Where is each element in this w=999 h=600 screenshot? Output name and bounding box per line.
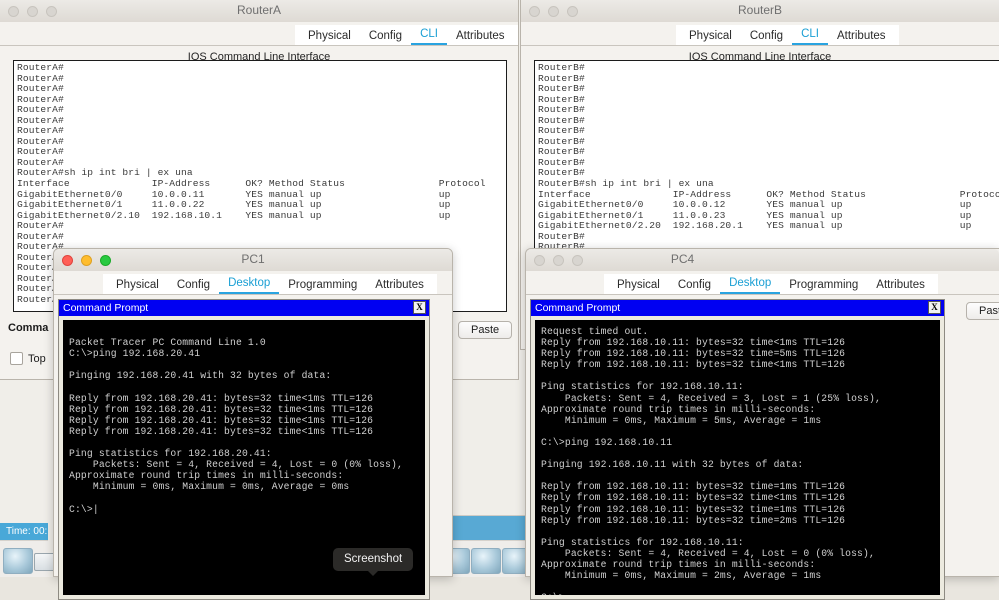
routerB-cli-output[interactable]: RouterB# RouterB# RouterB# RouterB# Rout…	[534, 60, 999, 277]
tab-attributes[interactable]: Attributes	[828, 28, 895, 45]
pc4-titlebar[interactable]: PC4	[526, 249, 999, 272]
pc1-body: Physical Config Desktop Programming Attr…	[54, 271, 452, 576]
tab-config[interactable]: Config	[168, 277, 219, 294]
pc1-command-prompt-titlebar[interactable]: Command Prompt X	[59, 300, 429, 316]
router-tray-icon-2[interactable]	[471, 548, 501, 574]
close-icon[interactable]: X	[413, 301, 426, 314]
pc4-console-text: Request timed out. Reply from 192.168.10…	[535, 320, 940, 595]
tab-physical[interactable]: Physical	[107, 277, 168, 294]
simulation-time-bar: Time: 00:	[0, 523, 48, 541]
pc4-tabs[interactable]: Physical Config Desktop Programming Attr…	[604, 274, 938, 294]
routerA-tabbar: Physical Config CLI Attributes	[0, 25, 518, 46]
logical-workspace-panel	[438, 515, 538, 541]
pc4-tabbar: Physical Config Desktop Programming Attr…	[526, 274, 999, 295]
routerA-window-title: RouterA	[0, 3, 518, 17]
pc1-tabs[interactable]: Physical Config Desktop Programming Attr…	[103, 274, 437, 294]
routerB-titlebar[interactable]: RouterB	[521, 0, 999, 23]
close-icon[interactable]: X	[928, 301, 941, 314]
tab-physical[interactable]: Physical	[299, 28, 360, 45]
pc4-window-title: PC4	[526, 252, 839, 266]
routerB-window-title: RouterB	[521, 3, 999, 17]
pc1-command-prompt-title: Command Prompt	[63, 302, 148, 314]
tab-config[interactable]: Config	[741, 28, 792, 45]
pc1-window-title: PC1	[54, 252, 452, 266]
pc1-tabbar: Physical Config Desktop Programming Attr…	[54, 274, 452, 295]
pc4-command-prompt-window[interactable]: Command Prompt X Request timed out. Repl…	[530, 299, 945, 600]
router-device-icon[interactable]	[3, 548, 33, 574]
routerB-cli-text: RouterB# RouterB# RouterB# RouterB# Rout…	[535, 61, 999, 255]
routerB-tabbar: Physical Config CLI Attributes	[521, 25, 999, 46]
routerA-paste-button[interactable]: Paste	[458, 321, 512, 339]
tab-physical[interactable]: Physical	[608, 277, 669, 294]
pc4-command-prompt-titlebar[interactable]: Command Prompt X	[531, 300, 944, 316]
simulation-time-label: Time: 00:	[6, 526, 47, 537]
screenshot-tooltip: Screenshot	[333, 548, 413, 571]
pc4-console[interactable]: Request timed out. Reply from 192.168.10…	[535, 320, 940, 595]
tab-attributes[interactable]: Attributes	[447, 28, 514, 45]
tab-config[interactable]: Config	[360, 28, 411, 45]
tab-attributes[interactable]: Attributes	[867, 277, 934, 294]
routerB-tabs[interactable]: Physical Config CLI Attributes	[676, 25, 899, 45]
tab-attributes[interactable]: Attributes	[366, 277, 433, 294]
screenshot-tooltip-label: Screenshot	[344, 553, 402, 565]
tab-cli[interactable]: CLI	[411, 26, 447, 45]
pc4-paste-button[interactable]: Paste	[966, 302, 999, 320]
tab-cli[interactable]: CLI	[792, 26, 828, 45]
routerA-titlebar[interactable]: RouterA	[0, 0, 518, 23]
pc4-command-prompt-title: Command Prompt	[535, 302, 620, 314]
routerA-top-checkbox[interactable]: Top	[10, 352, 46, 365]
tab-desktop[interactable]: Desktop	[720, 275, 780, 294]
routerA-tabs[interactable]: Physical Config CLI Attributes	[295, 25, 518, 45]
tab-desktop[interactable]: Desktop	[219, 275, 279, 294]
tab-physical[interactable]: Physical	[680, 28, 741, 45]
routerA-top-label: Top	[28, 353, 46, 365]
pc1-titlebar[interactable]: PC1	[54, 249, 452, 272]
pc4-window[interactable]: PC4 Physical Config Desktop Programming …	[525, 248, 999, 577]
tab-programming[interactable]: Programming	[279, 277, 366, 294]
routerA-copy-label[interactable]: Comma	[8, 322, 48, 334]
checkbox-box[interactable]	[10, 352, 23, 365]
pc1-window[interactable]: PC1 Physical Config Desktop Programming …	[53, 248, 453, 577]
tab-config[interactable]: Config	[669, 277, 720, 294]
tab-programming[interactable]: Programming	[780, 277, 867, 294]
pc1-console-text: Packet Tracer PC Command Line 1.0 C:\>pi…	[63, 320, 425, 515]
pc4-body: Physical Config Desktop Programming Attr…	[526, 271, 999, 576]
